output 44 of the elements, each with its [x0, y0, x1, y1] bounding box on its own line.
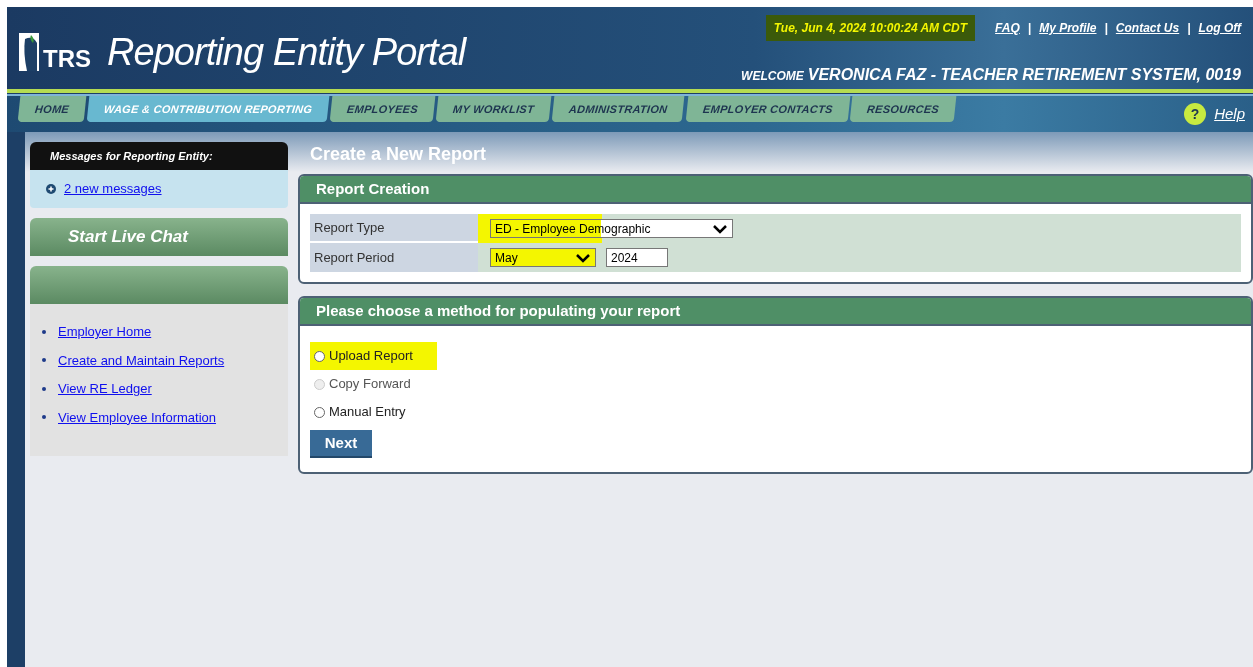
messages-header: Messages for Reporting Entity: [30, 142, 288, 170]
help-icon[interactable]: ? [1184, 103, 1207, 125]
bullet-icon [42, 358, 46, 363]
nav-tab[interactable]: EMPLOYEES [330, 96, 436, 122]
chevron-down-icon [575, 252, 591, 263]
radio-option[interactable]: Upload Report [310, 342, 437, 370]
header-link[interactable]: FAQ [995, 19, 1020, 37]
sidebar-link[interactable]: View Employee Information [58, 407, 216, 427]
sidebar-link[interactable]: Create and Maintain Reports [58, 350, 225, 370]
header-link[interactable]: My Profile [1039, 19, 1097, 37]
year-field[interactable]: 2024 [606, 248, 668, 267]
separator: | [1104, 20, 1108, 37]
timestamp: Tue, Jun 4, 2024 10:00:24 AM CDT [765, 15, 976, 41]
nav-tab[interactable]: EMPLOYER CONTACTS [685, 96, 850, 122]
card-header: Please choose a method for populating your report [300, 298, 1251, 326]
separator: | [1187, 20, 1191, 37]
welcome-label: WELCOME [741, 68, 804, 85]
card-header: Report Creation [300, 176, 1251, 204]
nav-tab[interactable]: ADMINISTRATION [551, 96, 686, 122]
page-title: Create a New Report [309, 143, 488, 166]
sidebar-link[interactable]: View RE Ledger [58, 379, 152, 399]
month-select[interactable]: May [490, 248, 596, 267]
logo-text: TRS [43, 47, 91, 71]
chevron-down-icon [712, 223, 728, 234]
header-link[interactable]: Contact Us [1115, 19, 1180, 37]
portal-title: Reporting Entity Portal [107, 29, 466, 75]
next-button[interactable]: Next [310, 430, 372, 458]
bullet-icon [42, 415, 46, 420]
apple-logo-icon [19, 33, 39, 71]
help-link[interactable]: Help [1214, 102, 1245, 126]
nav-tab[interactable]: HOME [17, 96, 87, 122]
messages-link[interactable]: 2 new messages [64, 179, 162, 199]
separator: | [1027, 20, 1032, 37]
field-label: Report Type [310, 214, 478, 243]
header-link[interactable]: Log Off [1198, 19, 1241, 37]
bullet-icon [42, 329, 46, 334]
nav-tab[interactable]: RESOURCES [850, 96, 957, 122]
nav-tab[interactable]: MY WORKLIST [435, 96, 552, 122]
field-label: Report Period [310, 243, 478, 272]
sidebar-link[interactable]: Employer Home [58, 322, 152, 342]
user-name: VERONICA FAZ - TEACHER RETIREMENT SYSTEM, 0019 [807, 65, 1241, 85]
radio-option[interactable]: Manual Entry [310, 398, 430, 426]
plus-icon [46, 184, 56, 194]
bullet-icon [42, 386, 46, 391]
